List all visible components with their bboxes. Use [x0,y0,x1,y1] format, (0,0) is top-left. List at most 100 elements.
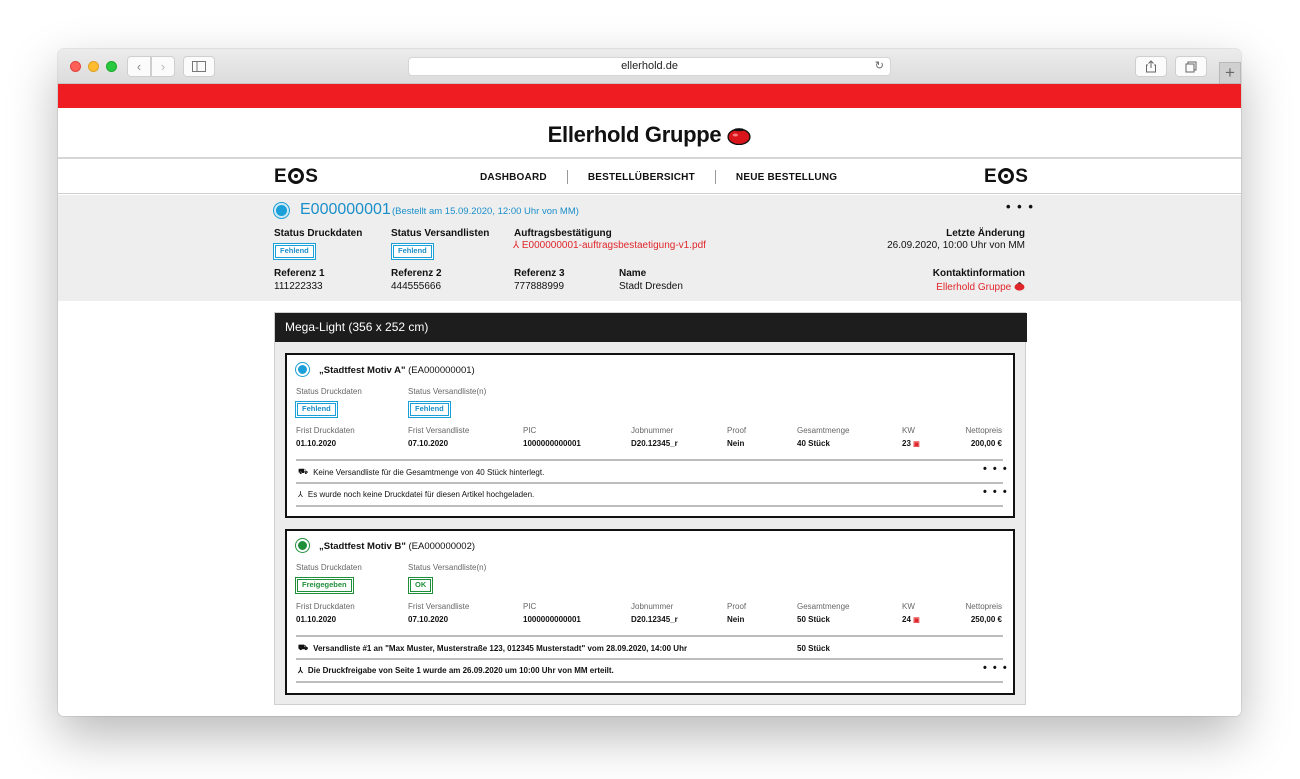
status-versandlisten-badge: Fehlend [393,245,432,258]
divider [296,681,1003,683]
versandliste-quantity: 50 Stück [797,644,830,653]
minimize-window-button[interactable] [88,61,99,72]
new-tab-icon[interactable]: + [1219,62,1241,84]
item-status-versandliste-badge: Fehlend [410,403,449,416]
value-pic: 1000000000001 [523,615,581,624]
divider [296,482,1003,484]
divider [296,658,1003,660]
status-versandlisten-label: Status Versandlisten [391,228,490,239]
nav-bestelluebersicht[interactable]: BESTELLÜBERSICHT [588,172,695,183]
zoom-window-button[interactable] [106,61,117,72]
eos-logo-left[interactable]: ES [274,166,318,188]
close-window-button[interactable] [70,61,81,72]
value-proof: Nein [727,615,745,624]
label-frist-druckdaten: Frist Druckdaten [296,426,355,435]
sidebar-toggle-icon[interactable] [183,56,215,77]
druckdaten-note: ⅄ Es wurde noch keine Druckdatei für die… [298,490,534,499]
referenz-1-value: 111222333 [274,281,323,292]
truck-icon: ⛟ [298,643,309,652]
order-summary: E000000001 (Bestellt am 15.09.2020, 12:0… [58,195,1241,301]
nav-dashboard[interactable]: DASHBOARD [480,172,547,183]
divider [296,459,1003,461]
top-red-bar [58,84,1241,108]
label-pic: PIC [523,602,537,611]
auftragsbestaetigung-link[interactable]: ⅄ E000000001-auftragsbestaetigung-v1.pdf [513,240,706,251]
browser-toolbar: ‹ › ellerhold.de ↻ + [58,49,1241,84]
forward-icon[interactable]: › [151,56,175,77]
item-status-druckdaten-badge: Freigegeben [297,579,352,592]
eos-logo-right[interactable]: ES [984,166,1028,188]
pdf-icon: ⅄ [513,240,520,251]
brand-header: Ellerhold Gruppe [58,108,1241,159]
note-text: Keine Versandliste für die Gesamtmenge v… [313,467,545,477]
share-icon[interactable] [1135,56,1167,77]
divider [296,505,1003,507]
referenz-2-value: 444555666 [391,281,442,292]
note-menu-button[interactable]: • • • [983,463,1008,475]
tabs-overview-icon[interactable] [1175,56,1207,77]
value-pic: 1000000000001 [523,439,581,448]
reload-icon[interactable]: ↻ [875,58,884,75]
referenz-2-label: Referenz 2 [391,268,442,279]
label-status-druckdaten: Status Druckdaten [296,387,362,396]
note-menu-button[interactable]: • • • [983,662,1008,674]
tomato-logo-icon [727,127,751,145]
value-nettopreis: 200,00 € [970,439,1002,448]
versandliste-note: ⛟ Keine Versandliste für die Gesamtmenge… [298,467,544,477]
item-status-druckdaten-badge: Fehlend [297,403,336,416]
calendar-icon[interactable]: ▣ [913,441,920,448]
item-card: „Stadtfest Motiv A" (EA000000001) Status… [285,353,1015,518]
calendar-icon[interactable]: ▣ [913,617,920,624]
pdf-icon: ⅄ [298,666,303,675]
value-jobnummer: D20.12345_r [631,615,678,624]
label-jobnummer: Jobnummer [631,426,674,435]
web-page: Ellerhold Gruppe ES DASHBOARD BESTELLÜBE… [58,84,1241,716]
truck-icon: ⛟ [298,467,309,476]
back-icon[interactable]: ‹ [127,56,151,77]
value-gesamtmenge: 40 Stück [797,439,830,448]
value-frist-druckdaten: 01.10.2020 [296,439,337,448]
label-nettopreis: Nettopreis [965,602,1002,611]
divider [296,635,1003,637]
brand-name: Ellerhold Gruppe [547,122,722,147]
label-proof: Proof [727,602,747,611]
item-status-dot [296,363,309,376]
value-jobnummer: D20.12345_r [631,439,678,448]
note-menu-button[interactable]: • • • [983,486,1008,498]
product-section: Mega-Light (356 x 252 cm) „Stadtfest Mot… [274,312,1027,705]
browser-window: ‹ › ellerhold.de ↻ + Ellerhold Gruppe E … [58,49,1241,716]
label-proof: Proof [727,426,747,435]
nav-divider [566,170,568,184]
letzte-aenderung-value: 26.09.2020, 10:00 Uhr von MM [887,240,1025,251]
tomato-small-icon [1014,282,1025,291]
pdf-icon: ⅄ [298,490,303,499]
label-nettopreis: Nettopreis [965,426,1002,435]
referenz-1-label: Referenz 1 [274,268,325,279]
value-kw: 23 ▣ [902,439,920,448]
value-nettopreis: 250,00 € [970,615,1002,624]
address-bar[interactable]: ellerhold.de ↻ [408,57,891,76]
item-title[interactable]: „Stadtfest Motiv A" (EA000000001) [319,365,475,376]
label-gesamtmenge: Gesamtmenge [797,426,850,435]
value-frist-versandliste: 07.10.2020 [408,615,449,624]
kontakt-link[interactable]: Ellerhold Gruppe [936,281,1025,293]
name-value: Stadt Dresden [619,281,683,292]
note-text: Die Druckfreigabe von Seite 1 wurde am 2… [307,666,614,675]
name-label: Name [619,268,647,279]
brand-logo[interactable]: Ellerhold Gruppe [548,122,752,148]
status-druckdaten-label: Status Druckdaten [274,228,363,239]
status-druckdaten-badge: Fehlend [275,245,314,258]
label-status-versandliste: Status Versandliste(n) [408,387,487,396]
item-title[interactable]: „Stadtfest Motiv B" (EA000000002) [319,541,475,552]
order-menu-button[interactable]: • • • [1006,199,1034,214]
note-text: Es wurde noch keine Druckdatei für diese… [307,490,535,499]
label-gesamtmenge: Gesamtmenge [797,602,850,611]
order-id[interactable]: E000000001 [300,201,391,219]
main-navigation: ES DASHBOARD BESTELLÜBERSICHT NEUE BESTE… [58,160,1241,194]
nav-neue-bestellung[interactable]: NEUE BESTELLUNG [736,172,837,183]
label-frist-versandliste: Frist Versandliste [408,426,470,435]
order-status-dot [274,203,289,218]
versandliste-note[interactable]: ⛟ Versandliste #1 an "Max Muster, Muster… [298,643,687,653]
item-card: „Stadtfest Motiv B" (EA000000002) Status… [285,529,1015,695]
letzte-aenderung-label: Letzte Änderung [946,228,1025,239]
